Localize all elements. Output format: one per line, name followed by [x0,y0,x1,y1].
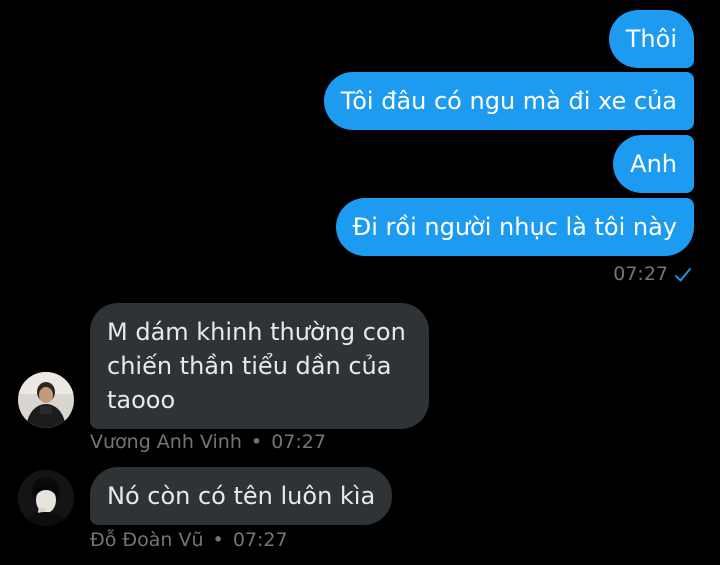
message-text: M dám khinh thường con chiến thần tiểu d… [107,318,406,414]
message-text: Đi rồi người nhục là tôi này [352,213,677,241]
check-icon [674,266,692,288]
sender-name[interactable]: Vương Anh Vinh [90,431,242,453]
meta-separator: • [250,431,263,453]
avatar[interactable] [18,372,74,428]
message-text: Anh [630,150,677,178]
incoming-message[interactable]: Nó còn có tên luôn kìa [90,467,393,525]
incoming-message[interactable]: M dám khinh thường con chiến thần tiểu d… [90,303,429,429]
incoming-meta: Vương Anh Vinh • 07:27 [90,431,326,453]
incoming-meta: Đỗ Đoàn Vũ • 07:27 [90,529,288,551]
timestamp: 07:27 [271,431,326,453]
message-text: Thôi [625,25,677,53]
outgoing-timestamp-row: 07:27 [613,263,692,288]
meta-separator: • [212,529,224,551]
outgoing-message[interactable]: Anh [613,135,694,193]
outgoing-message[interactable]: Đi rồi người nhục là tôi này [335,198,694,256]
sender-name[interactable]: Đỗ Đoàn Vũ [90,529,204,551]
message-text: Nó còn có tên luôn kìa [107,482,376,510]
timestamp: 07:27 [232,529,288,551]
outgoing-message[interactable]: Thôi [608,10,694,68]
timestamp: 07:27 [613,263,668,285]
outgoing-message[interactable]: Tôi đâu có ngu mà đi xe của [323,72,694,130]
avatar[interactable] [18,470,74,526]
message-text: Tôi đâu có ngu mà đi xe của [340,87,677,115]
